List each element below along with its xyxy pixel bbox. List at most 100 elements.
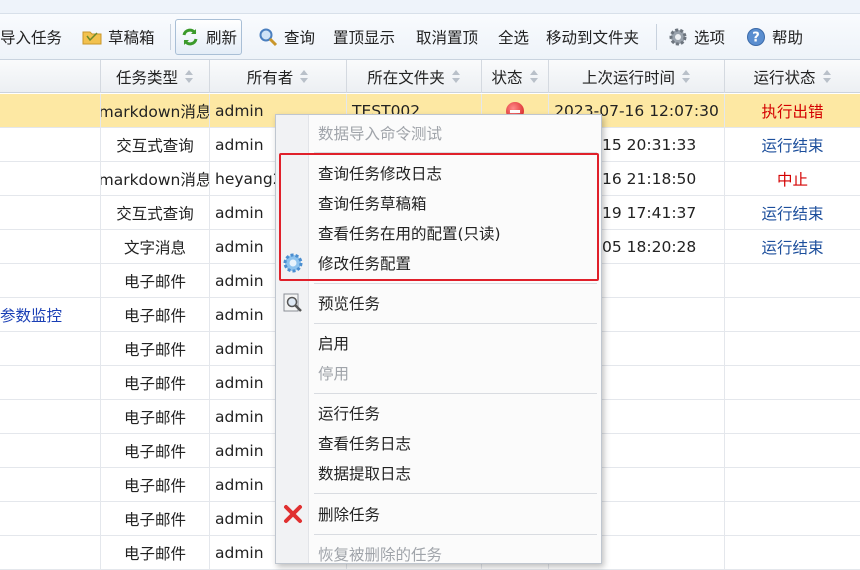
cell-name xyxy=(0,434,101,468)
menu-separator xyxy=(314,534,597,535)
sort-icon xyxy=(822,69,832,84)
menu-item-restore-deleted: 恢复被删除的任务 xyxy=(318,546,443,564)
cell-name xyxy=(0,332,101,366)
column-folder-label: 所在文件夹 xyxy=(367,68,445,87)
cell-name xyxy=(0,196,101,230)
menu-item-preview[interactable]: 预览任务 xyxy=(309,288,601,318)
cell-run-status xyxy=(725,332,860,366)
column-header-folder[interactable]: 所在文件夹 xyxy=(347,60,482,93)
sort-icon xyxy=(681,69,691,84)
cell-run-status: 运行结束 xyxy=(761,137,824,155)
drafts-button[interactable]: 草稿箱 xyxy=(78,19,159,55)
unpin-top-label: 取消置顶 xyxy=(416,29,479,47)
options-label: 选项 xyxy=(694,29,726,47)
select-all-label: 全选 xyxy=(498,29,530,47)
menu-item-view-log[interactable]: 查看任务日志 xyxy=(309,428,601,458)
toolbar: 导入任务 草稿箱 刷新 查询 置顶显示 取消置顶 全选 移动到文件夹 选项 ? … xyxy=(0,14,860,60)
cell-run-status xyxy=(725,502,860,536)
column-header-last-run[interactable]: 上次运行时间 xyxy=(549,60,725,93)
cell-type: 电子邮件 xyxy=(101,434,210,468)
menu-item-extract-log[interactable]: 数据提取日志 xyxy=(309,458,601,488)
import-task-label: 导入任务 xyxy=(0,29,63,47)
cell-name xyxy=(0,536,101,570)
menu-separator xyxy=(314,323,597,324)
toolbar-separator xyxy=(656,24,657,50)
cell-run-status: 运行结束 xyxy=(761,239,824,257)
cell-name xyxy=(0,264,101,298)
cell-name xyxy=(0,230,101,264)
refresh-button[interactable]: 刷新 xyxy=(175,19,243,55)
cell-run-status xyxy=(725,264,860,298)
column-header-run-status[interactable]: 运行状态 xyxy=(725,60,860,93)
menu-separator xyxy=(314,283,597,284)
query-label: 查询 xyxy=(284,29,316,47)
menu-item-import-test: 数据导入命令测试 xyxy=(318,125,443,143)
highlight-box xyxy=(279,153,599,281)
unpin-top-button[interactable]: 取消置顶 xyxy=(412,19,482,55)
help-button[interactable]: ? 帮助 xyxy=(742,19,807,55)
menu-item-enable[interactable]: 启用 xyxy=(309,328,601,358)
cell-type: 电子邮件 xyxy=(101,298,210,332)
cell-name xyxy=(0,502,101,536)
cell-name xyxy=(0,94,101,128)
move-to-folder-button[interactable]: 移动到文件夹 xyxy=(542,19,643,55)
cell-run-status xyxy=(725,366,860,400)
column-header-status[interactable]: 状态 xyxy=(482,60,549,93)
column-owner-label: 所有者 xyxy=(246,68,294,87)
select-all-button[interactable]: 全选 xyxy=(494,19,533,55)
delete-icon xyxy=(282,503,304,525)
sort-icon xyxy=(184,69,194,84)
menu-item-run[interactable]: 运行任务 xyxy=(309,398,601,428)
options-button[interactable]: 选项 xyxy=(664,19,729,55)
cell-run-status xyxy=(725,468,860,502)
column-header-owner[interactable]: 所有者 xyxy=(210,60,347,93)
cell-run-status xyxy=(725,400,860,434)
menu-item-delete[interactable]: 删除任务 xyxy=(309,499,601,529)
refresh-label: 刷新 xyxy=(206,29,238,47)
menu-item-disable: 停用 xyxy=(318,365,350,383)
cell-name xyxy=(0,400,101,434)
menu-separator xyxy=(314,493,597,494)
sort-icon xyxy=(529,69,539,84)
help-icon: ? xyxy=(746,27,766,47)
gear-icon xyxy=(668,27,688,47)
search-icon xyxy=(258,27,278,47)
cell-run-status xyxy=(725,298,860,332)
cell-name xyxy=(0,468,101,502)
cell-type: 电子邮件 xyxy=(101,400,210,434)
cell-type: 电子邮件 xyxy=(101,536,210,570)
menu-separator xyxy=(314,393,597,394)
column-type-label: 任务类型 xyxy=(115,68,178,87)
cell-type: 电子邮件 xyxy=(101,502,210,536)
query-button[interactable]: 查询 xyxy=(254,19,319,55)
cell-run-status: 执行出错 xyxy=(761,103,824,121)
column-run-status-label: 运行状态 xyxy=(753,68,816,87)
cell-type: markdown消息 xyxy=(101,94,210,128)
folder-icon xyxy=(82,27,102,47)
cell-type: 电子邮件 xyxy=(101,468,210,502)
cell-type: 文字消息 xyxy=(101,230,210,264)
cell-name xyxy=(0,366,101,400)
column-header-type[interactable]: 任务类型 xyxy=(101,60,210,93)
preview-icon xyxy=(282,292,304,314)
cell-name xyxy=(0,162,101,196)
cell-run-status xyxy=(725,434,860,468)
cell-name: 参数监控 xyxy=(0,298,101,332)
move-to-folder-label: 移动到文件夹 xyxy=(546,29,640,47)
help-label: 帮助 xyxy=(772,29,804,47)
drafts-label: 草稿箱 xyxy=(108,29,155,47)
cell-type: 交互式查询 xyxy=(101,128,210,162)
top-strip xyxy=(0,0,860,14)
cell-run-status: 运行结束 xyxy=(761,205,824,223)
cell-name xyxy=(0,128,101,162)
column-status-label: 状态 xyxy=(491,68,523,87)
import-task-button[interactable]: 导入任务 xyxy=(0,19,66,55)
column-header-name[interactable] xyxy=(0,60,101,93)
cell-type: 电子邮件 xyxy=(101,366,210,400)
toolbar-separator xyxy=(170,24,171,50)
pin-top-button[interactable]: 置顶显示 xyxy=(329,19,399,55)
sort-icon xyxy=(299,69,309,84)
cell-type: 交互式查询 xyxy=(101,196,210,230)
table-header: 任务类型 所有者 所在文件夹 状态 上次运行时间 运行状态 xyxy=(0,60,860,93)
refresh-icon xyxy=(180,27,200,47)
